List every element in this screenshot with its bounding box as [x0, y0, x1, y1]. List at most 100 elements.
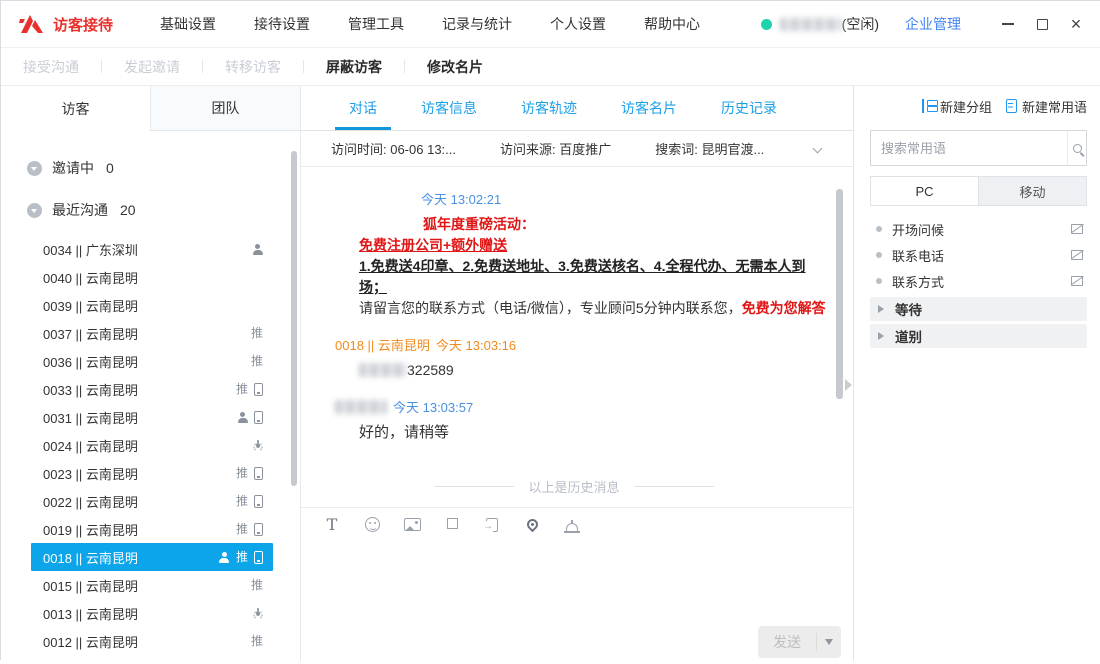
- image-icon: [404, 518, 421, 531]
- person-icon: [219, 552, 230, 563]
- visitor-list-item[interactable]: 0024 || 云南昆明: [31, 431, 273, 459]
- group-inviting[interactable]: 邀请中 0: [27, 153, 300, 183]
- redacted-username: [780, 18, 842, 31]
- bullet-icon: [876, 278, 882, 284]
- new-phrase-button[interactable]: 新建常用语: [1006, 97, 1087, 116]
- visitor-list-item[interactable]: 0015 || 云南昆明 推: [31, 571, 273, 599]
- visitor-list-item[interactable]: 0034 || 广东深圳: [31, 235, 273, 263]
- close-button[interactable]: ×: [1059, 9, 1093, 39]
- menu-personal-settings[interactable]: 个人设置: [531, 14, 625, 34]
- maximize-button[interactable]: [1025, 9, 1059, 39]
- visitor-list-item[interactable]: 0039 || 云南昆明: [31, 291, 273, 319]
- menu-help-center[interactable]: 帮助中心: [625, 14, 719, 34]
- quick-send-icon[interactable]: [1071, 250, 1083, 260]
- font-icon: T: [327, 515, 338, 534]
- visitor-label: 0019 || 云南昆明: [43, 520, 138, 539]
- chat-scrollbar[interactable]: [836, 189, 843, 399]
- redacted-sender: [335, 191, 415, 206]
- visitor-list-item[interactable]: 0036 || 云南昆明 推: [31, 347, 273, 375]
- crop-icon: [445, 518, 459, 532]
- phrase-item-contact[interactable]: 联系方式: [870, 268, 1087, 294]
- quick-send-icon[interactable]: [1071, 224, 1083, 234]
- visitor-label: 0018 || 云南昆明: [43, 548, 138, 567]
- chevron-right-icon: [878, 332, 888, 340]
- person-icon: [252, 244, 263, 255]
- phrase-search: [870, 130, 1087, 166]
- alarm-icon: [566, 523, 578, 531]
- maximize-icon: [1037, 19, 1048, 30]
- new-group-button[interactable]: 新建分组: [922, 97, 992, 116]
- alert-button[interactable]: [563, 516, 581, 534]
- phrase-search-button[interactable]: [1067, 131, 1086, 165]
- edit-card-button[interactable]: 修改名片: [405, 57, 505, 77]
- send-file-button[interactable]: [483, 516, 501, 534]
- message-header: 今天 13:02:21: [335, 189, 813, 208]
- person-icon: [237, 412, 248, 423]
- phrase-item-phone[interactable]: 联系电话: [870, 242, 1087, 268]
- phrase-item-greeting[interactable]: 开场问候: [870, 216, 1087, 242]
- image-button[interactable]: [403, 516, 421, 534]
- bullet-icon: [876, 252, 882, 258]
- tab-pc-phrases[interactable]: PC: [871, 177, 978, 205]
- tab-visitors[interactable]: 访客: [1, 86, 151, 131]
- sidebar-scrollbar[interactable]: [291, 151, 297, 486]
- visitor-list-item[interactable]: 0037 || 云南昆明 推: [31, 319, 273, 347]
- minimize-icon: [1002, 23, 1014, 25]
- collapse-toggle-icon[interactable]: [27, 203, 42, 218]
- tui-icon: 推: [236, 523, 248, 535]
- tab-visitor-info[interactable]: 访客信息: [399, 86, 499, 130]
- visitor-label: 0022 || 云南昆明: [43, 492, 138, 511]
- transfer-visitor-button[interactable]: 转移访客: [203, 57, 303, 77]
- visitor-list-item[interactable]: 0022 || 云南昆明 推: [31, 487, 273, 515]
- tab-visitor-trail[interactable]: 访客轨迹: [499, 86, 599, 130]
- font-style-button[interactable]: T: [323, 516, 341, 534]
- menu-basic-settings[interactable]: 基础设置: [141, 14, 235, 34]
- tab-team[interactable]: 团队: [151, 86, 300, 131]
- visitor-list-item[interactable]: 0018 || 云南昆明 推: [31, 543, 273, 571]
- tui-icon: 推: [236, 383, 248, 395]
- send-invite-button[interactable]: 发起邀请: [102, 57, 202, 77]
- send-button[interactable]: 发送: [758, 626, 841, 658]
- visitor-name: 0018 || 云南昆明: [335, 335, 430, 354]
- emoji-button[interactable]: [363, 516, 381, 534]
- minimize-button[interactable]: [991, 9, 1025, 39]
- send-options-dropdown[interactable]: [817, 634, 841, 649]
- menu-reception-settings[interactable]: 接待设置: [235, 14, 329, 34]
- visitor-list-item[interactable]: 0040 || 云南昆明: [31, 263, 273, 291]
- visitor-list-item[interactable]: 0013 || 云南昆明: [31, 599, 273, 627]
- menu-records-statistics[interactable]: 记录与统计: [423, 14, 531, 34]
- message-body: 狐年度重磅活动： 免费注册公司+额外赠送 1.免费送4印章、2.免费送地址、3.…: [359, 214, 827, 319]
- location-button[interactable]: [523, 516, 541, 534]
- inviting-count: 0: [106, 160, 114, 176]
- menu-management-tools[interactable]: 管理工具: [329, 14, 423, 34]
- accept-chat-button[interactable]: 接受沟通: [1, 57, 101, 77]
- message-header: 0018 || 云南昆明 今天 13:03:16: [335, 335, 813, 354]
- visitor-list-item[interactable]: 0023 || 云南昆明 推: [31, 459, 273, 487]
- message-header: 今天 13:03:57: [335, 397, 813, 416]
- block-visitor-button[interactable]: 屏蔽访客: [304, 57, 404, 77]
- composer-toolbar: T: [301, 507, 853, 541]
- tab-conversation[interactable]: 对话: [327, 86, 399, 130]
- enterprise-manage-link[interactable]: 企业管理: [905, 14, 961, 34]
- redacted-text: [359, 217, 423, 231]
- emoji-icon: [365, 517, 380, 532]
- visitor-list-item[interactable]: 0019 || 云南昆明 推: [31, 515, 273, 543]
- quick-send-icon[interactable]: [1071, 276, 1083, 286]
- collapse-toggle-icon[interactable]: [27, 161, 42, 176]
- group-recent-chats[interactable]: 最近沟通 20: [27, 195, 300, 225]
- tab-mobile-phrases[interactable]: 移动: [978, 177, 1086, 205]
- chevron-down-icon[interactable]: [813, 144, 823, 154]
- visitor-list-item[interactable]: 0031 || 云南昆明: [31, 403, 273, 431]
- quick-phrases-panel: 新建分组 新建常用语 PC 移动 开场问候 联系电话 联系方式: [853, 86, 1100, 661]
- visitor-list-item[interactable]: 0033 || 云南昆明 推: [31, 375, 273, 403]
- visitor-list-item[interactable]: 0012 || 云南昆明 推: [31, 627, 273, 655]
- phrase-group-waiting[interactable]: 等待: [870, 297, 1087, 321]
- tab-visitor-card[interactable]: 访客名片: [599, 86, 699, 130]
- phrase-search-input[interactable]: [871, 141, 1067, 156]
- phrase-group-farewell[interactable]: 道别: [870, 324, 1087, 348]
- tab-history[interactable]: 历史记录: [699, 86, 799, 130]
- redacted-sender: [335, 400, 387, 414]
- message-input[interactable]: [301, 541, 853, 619]
- redacted-text: [359, 363, 407, 377]
- screenshot-button[interactable]: [443, 516, 461, 534]
